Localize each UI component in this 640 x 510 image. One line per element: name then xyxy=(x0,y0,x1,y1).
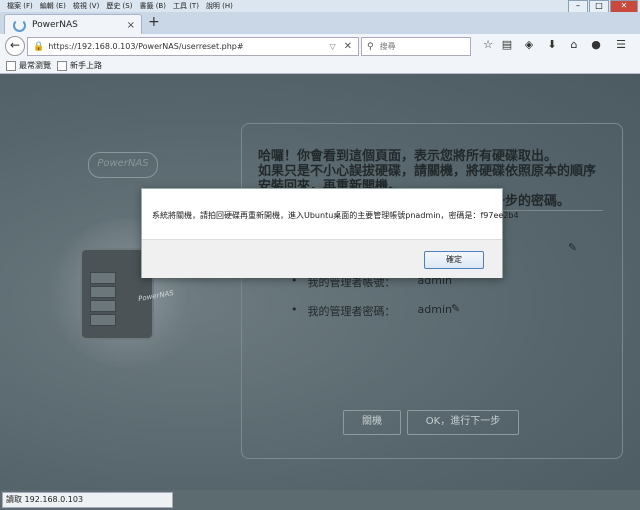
shutdown-button[interactable]: 關機 xyxy=(343,410,401,435)
menu-bookmarks[interactable]: 書籤 (B) xyxy=(139,1,166,11)
stop-icon[interactable]: ✕ xyxy=(344,41,352,52)
tab-title: PowerNAS xyxy=(32,20,78,30)
admin-password-label: 我的管理者密碼： xyxy=(307,305,396,318)
bookmark-icon xyxy=(57,60,67,71)
admin-password-row: • 我的管理者密碼： admin xyxy=(291,303,468,319)
menu-bar: 檔案 (F) 編輯 (E) 檢視 (V) 歷史 (S) 書籤 (B) 工具 (T… xyxy=(0,0,640,12)
search-box[interactable]: ⚲ xyxy=(361,37,471,56)
menu-file[interactable]: 檔案 (F) xyxy=(7,1,33,11)
search-input[interactable] xyxy=(377,41,462,52)
menu-icon[interactable]: ☰ xyxy=(614,38,628,52)
loading-spinner-icon xyxy=(13,18,26,32)
bookmark-icon xyxy=(6,60,16,71)
close-tab-icon[interactable]: × xyxy=(127,20,135,31)
status-text: 讀取 192.168.0.103 xyxy=(2,492,173,508)
menu-view[interactable]: 檢視 (V) xyxy=(73,1,99,11)
new-tab-button[interactable]: + xyxy=(148,14,160,30)
dialog-message: 系統將關機，請拍回硬碟再重新開機，進入Ubuntu桌面的主要管理帳號pnadmi… xyxy=(152,211,519,220)
home-icon[interactable]: ⌂ xyxy=(567,38,581,52)
download-icon[interactable]: ⬇ xyxy=(545,38,559,52)
star-icon[interactable]: ☆ xyxy=(481,38,495,52)
bookmark-getting-started[interactable]: 新手上路 xyxy=(57,60,102,71)
edit-pencil-icon[interactable]: ✎ xyxy=(451,302,460,315)
menu-help[interactable]: 說明 (H) xyxy=(206,1,233,11)
edit-pencil-icon[interactable]: ✎ xyxy=(568,241,577,254)
pocket-icon[interactable]: ◈ xyxy=(522,38,536,52)
clipboard-icon[interactable]: ▤ xyxy=(500,38,514,52)
bookmarks-bar: 最常瀏覽 新手上路 xyxy=(0,58,640,74)
bookmark-most-visited[interactable]: 最常瀏覽 xyxy=(6,60,51,71)
dropdown-icon[interactable]: ▽ xyxy=(329,42,335,51)
lock-icon: 🔒 xyxy=(33,41,45,52)
chat-icon[interactable]: ● xyxy=(589,38,603,52)
powernas-logo: PowerNAS xyxy=(88,152,158,178)
window-controls: – □ ✕ xyxy=(567,0,638,13)
menu-edit[interactable]: 編輯 (E) xyxy=(40,1,66,11)
url-bar[interactable]: 🔒 https://192.168.0.103/PowerNAS/userres… xyxy=(27,37,359,56)
next-step-button[interactable]: OK，進行下一步 xyxy=(407,410,519,435)
search-icon: ⚲ xyxy=(367,41,374,52)
menu-tools[interactable]: 工具 (T) xyxy=(173,1,199,11)
url-text[interactable]: https://192.168.0.103/PowerNAS/userreset… xyxy=(48,42,329,51)
menu-history[interactable]: 歷史 (S) xyxy=(106,1,132,11)
back-button[interactable]: ← xyxy=(5,36,25,56)
tab-powernas[interactable]: PowerNAS × xyxy=(4,14,142,35)
ok-button[interactable]: 確定 xyxy=(424,251,484,269)
